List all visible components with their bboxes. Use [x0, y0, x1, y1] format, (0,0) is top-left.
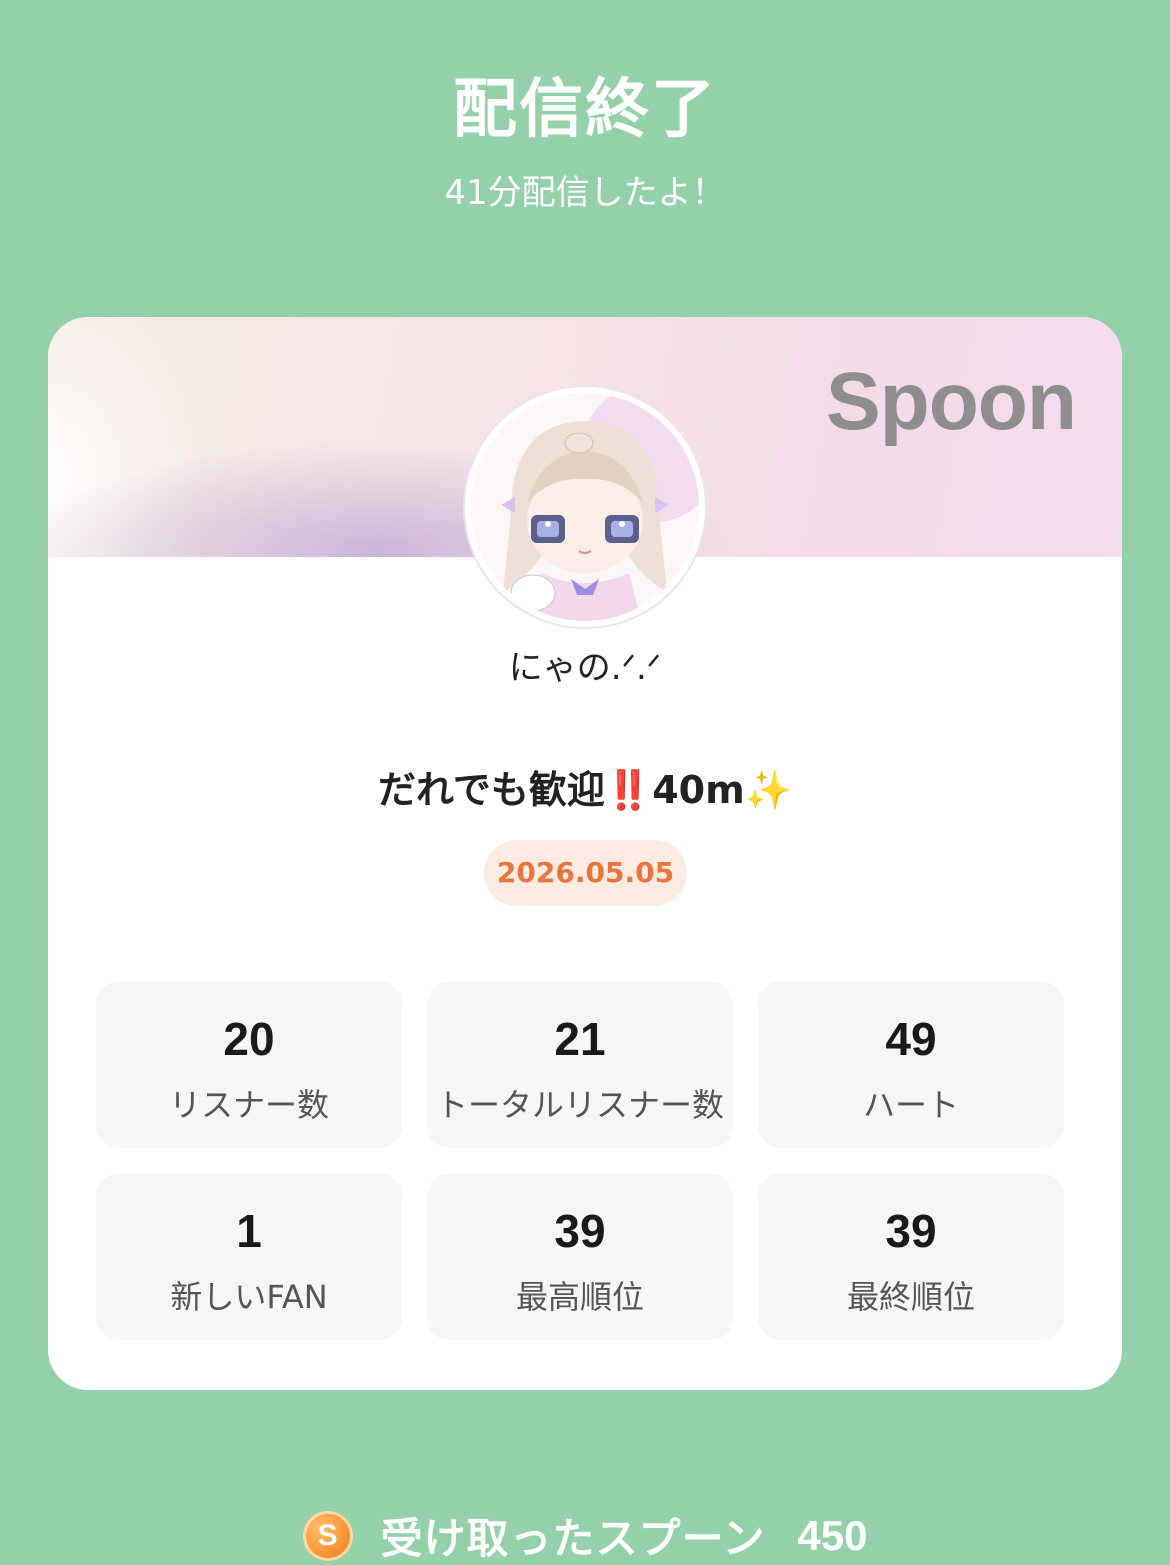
stat-hearts: 49 ハート — [758, 982, 1064, 1148]
page-title: 配信終了 — [453, 73, 717, 147]
broadcast-end-screen: 配信終了 41分配信したよ！ Spoon にゃの.ᐟ.ᐟ だれでも歓迎‼️40m… — [0, 0, 1170, 1565]
broadcast-summary-card: Spoon にゃの.ᐟ.ᐟ だれでも歓迎‼️40m✨ 2026.05.05 20… — [48, 317, 1122, 1390]
stat-listeners: 20 リスナー数 — [96, 982, 402, 1148]
stat-value: 1 — [236, 1205, 262, 1257]
stat-label: リスナー数 — [168, 1086, 329, 1124]
anime-girl-avatar-icon — [471, 393, 699, 621]
stat-highest-rank: 39 最高順位 — [427, 1174, 733, 1340]
spoon-logo: Spoon — [825, 356, 1077, 447]
received-spoons: S 受け取ったスプーン 450 — [0, 1505, 1170, 1563]
stat-value: 20 — [223, 1013, 275, 1065]
stat-value: 39 — [554, 1205, 606, 1257]
live-title: だれでも歓迎‼️40m✨ — [48, 759, 1122, 814]
sparkles-icon: ✨ — [744, 768, 792, 812]
streamer-nickname: にゃの.ᐟ.ᐟ — [508, 648, 662, 688]
live-title-text: だれでも歓迎 — [377, 768, 605, 812]
stat-label: ハート — [862, 1086, 959, 1124]
stat-label: 最高順位 — [515, 1278, 644, 1316]
stat-label: トータルリスナー数 — [435, 1086, 724, 1124]
broadcast-date-badge: 2026.05.05 — [484, 840, 687, 906]
avatar[interactable] — [465, 387, 705, 627]
live-title-tail: 40m — [652, 768, 745, 812]
stat-value: 39 — [885, 1205, 937, 1257]
stat-new-fans: 1 新しいFAN — [96, 1174, 402, 1340]
stat-value: 21 — [554, 1013, 606, 1065]
received-spoons-label: 受け取ったスプーン — [380, 1514, 766, 1563]
stat-final-rank: 39 最終順位 — [758, 1174, 1064, 1340]
spoon-coin-icon: S — [302, 1510, 353, 1561]
stat-value: 49 — [885, 1013, 937, 1065]
stat-total-listeners: 21 トータルリスナー数 — [427, 982, 733, 1148]
stats-grid: 20 リスナー数 21 トータルリスナー数 49 ハート 1 新しいFAN 39… — [96, 982, 1064, 1342]
broadcast-duration-text: 41分配信したよ！ — [444, 173, 726, 213]
double-exclamation-icon: ‼️ — [604, 768, 653, 812]
received-spoons-count: 450 — [797, 1511, 868, 1559]
stat-label: 新しいFAN — [170, 1278, 328, 1316]
stat-label: 最終順位 — [846, 1278, 975, 1316]
